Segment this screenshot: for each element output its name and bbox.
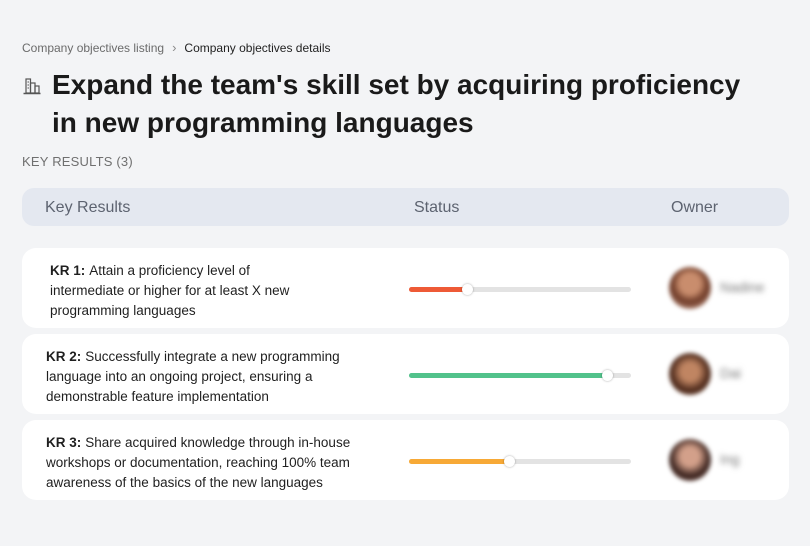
progress-bar (409, 370, 631, 381)
breadcrumb: Company objectives listing › Company obj… (22, 40, 331, 55)
owner-name: Dai (720, 365, 742, 381)
key-result-text: Successfully integrate a new programming… (46, 349, 340, 404)
progress-fill (409, 373, 607, 378)
key-result-label: KR 3: (46, 435, 82, 450)
key-result-label: KR 1: (50, 263, 86, 278)
progress-bar (409, 284, 631, 295)
key-result-text: Share acquired knowledge through in-hous… (46, 435, 351, 490)
breadcrumb-link-listing[interactable]: Company objectives listing (22, 41, 164, 55)
key-result-description: KR 1: Attain a proficiency level of inter… (50, 261, 325, 321)
column-header-key-results: Key Results (45, 199, 131, 216)
objective-header: Expand the team's skill set by acquiring… (22, 66, 752, 142)
column-header-owner: Owner (671, 199, 719, 216)
breadcrumb-current: Company objectives details (184, 40, 331, 55)
progress-handle[interactable] (461, 284, 473, 295)
progress-fill (409, 287, 467, 292)
building-chart-icon (23, 78, 41, 95)
chevron-right-icon: › (172, 40, 177, 55)
key-results-count: KEY RESULTS (3) (22, 154, 133, 169)
key-result-text: Attain a proficiency level of intermedia… (50, 263, 290, 318)
table-row[interactable]: KR 1: Attain a proficiency level of inter… (22, 248, 789, 328)
table-header: Key Results Status Owner (22, 188, 789, 226)
progress-handle[interactable] (601, 370, 613, 381)
owner-name: Ing (720, 451, 740, 467)
key-result-label: KR 2: (46, 349, 82, 364)
progress-handle[interactable] (503, 456, 515, 467)
avatar (669, 267, 711, 309)
progress-fill (409, 459, 509, 464)
table-row[interactable]: KR 2: Successfully integrate a new progra… (22, 334, 789, 414)
page-title: Expand the team's skill set by acquiring… (52, 69, 741, 138)
avatar (669, 353, 711, 395)
progress-bar (409, 456, 631, 467)
owner-name: Nadine (720, 279, 765, 295)
table-row[interactable]: KR 3: Share acquired knowledge through in… (22, 420, 789, 500)
avatar (669, 439, 711, 481)
key-result-description: KR 2: Successfully integrate a new progra… (46, 347, 371, 407)
key-result-description: KR 3: Share acquired knowledge through in… (46, 433, 371, 493)
column-header-status: Status (414, 199, 460, 216)
